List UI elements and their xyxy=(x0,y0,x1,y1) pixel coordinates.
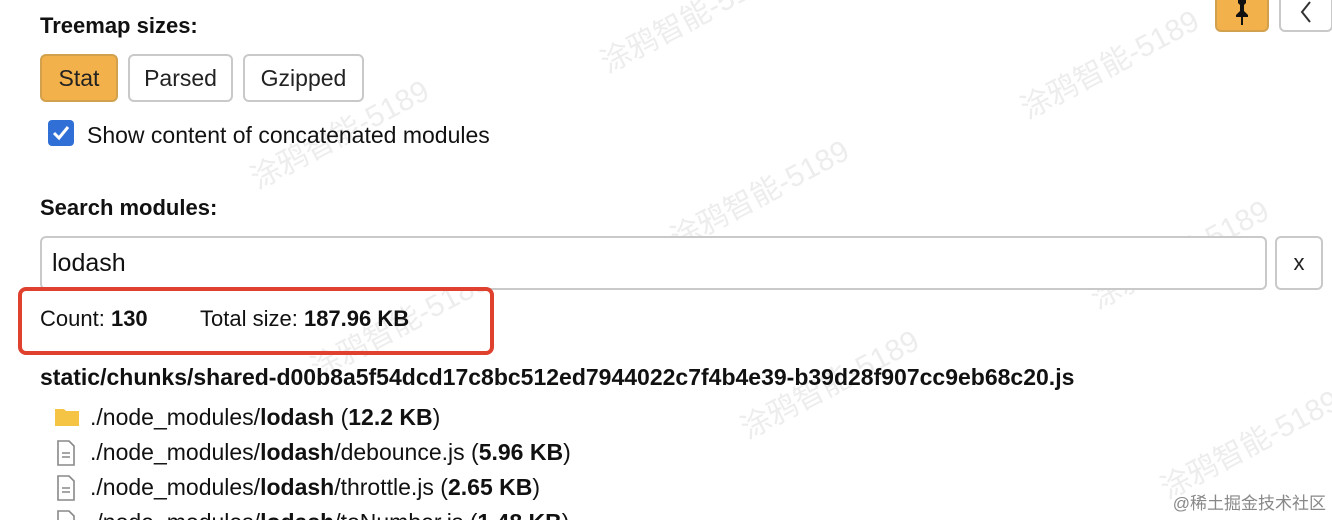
watermark: 涂鸦智能-5189 xyxy=(1015,4,1205,126)
module-path: ./node_modules/lodash/toNumber.js (1.48 … xyxy=(90,509,569,520)
module-path: ./node_modules/lodash/throttle.js (2.65 … xyxy=(90,474,541,500)
concatenated-modules-checkbox[interactable] xyxy=(48,120,74,146)
watermark: 涂鸦智能-5189 xyxy=(1155,384,1332,506)
watermark: 涂鸦智能-5189 xyxy=(595,0,785,80)
parsed-button[interactable]: Parsed xyxy=(128,54,233,102)
file-icon xyxy=(57,510,75,520)
treemap-sizes-title: Treemap sizes: xyxy=(40,13,198,38)
search-modules-title: Search modules: xyxy=(40,195,218,220)
sidebar-panel: 涂鸦智能-5189 涂鸦智能-5189 涂鸦智能-5189 涂鸦智能-5189 … xyxy=(0,0,1332,520)
credit-watermark: @稀土掘金技术社区 xyxy=(1172,494,1326,513)
stat-button[interactable]: Stat xyxy=(40,54,118,102)
pin-button[interactable] xyxy=(1215,0,1269,32)
folder-icon xyxy=(55,409,79,426)
chunk-name: static/chunks/shared-d00b8a5f54dcd17c8bc… xyxy=(40,364,1075,390)
file-icon xyxy=(57,475,75,501)
collapse-button[interactable] xyxy=(1279,0,1332,32)
file-icon xyxy=(57,440,75,466)
pin-icon xyxy=(1236,0,1248,25)
concatenated-modules-label[interactable]: Show content of concatenated modules xyxy=(87,122,490,149)
search-input[interactable] xyxy=(40,236,1267,290)
gzipped-button[interactable]: Gzipped xyxy=(243,54,364,102)
clear-search-button[interactable]: x xyxy=(1275,236,1323,290)
check-icon xyxy=(52,126,70,141)
stats-highlight-box xyxy=(18,287,494,355)
chevron-left-icon xyxy=(1300,1,1311,23)
module-path: ./node_modules/lodash (12.2 KB) xyxy=(90,404,441,430)
module-path: ./node_modules/lodash/debounce.js (5.96 … xyxy=(90,439,571,465)
